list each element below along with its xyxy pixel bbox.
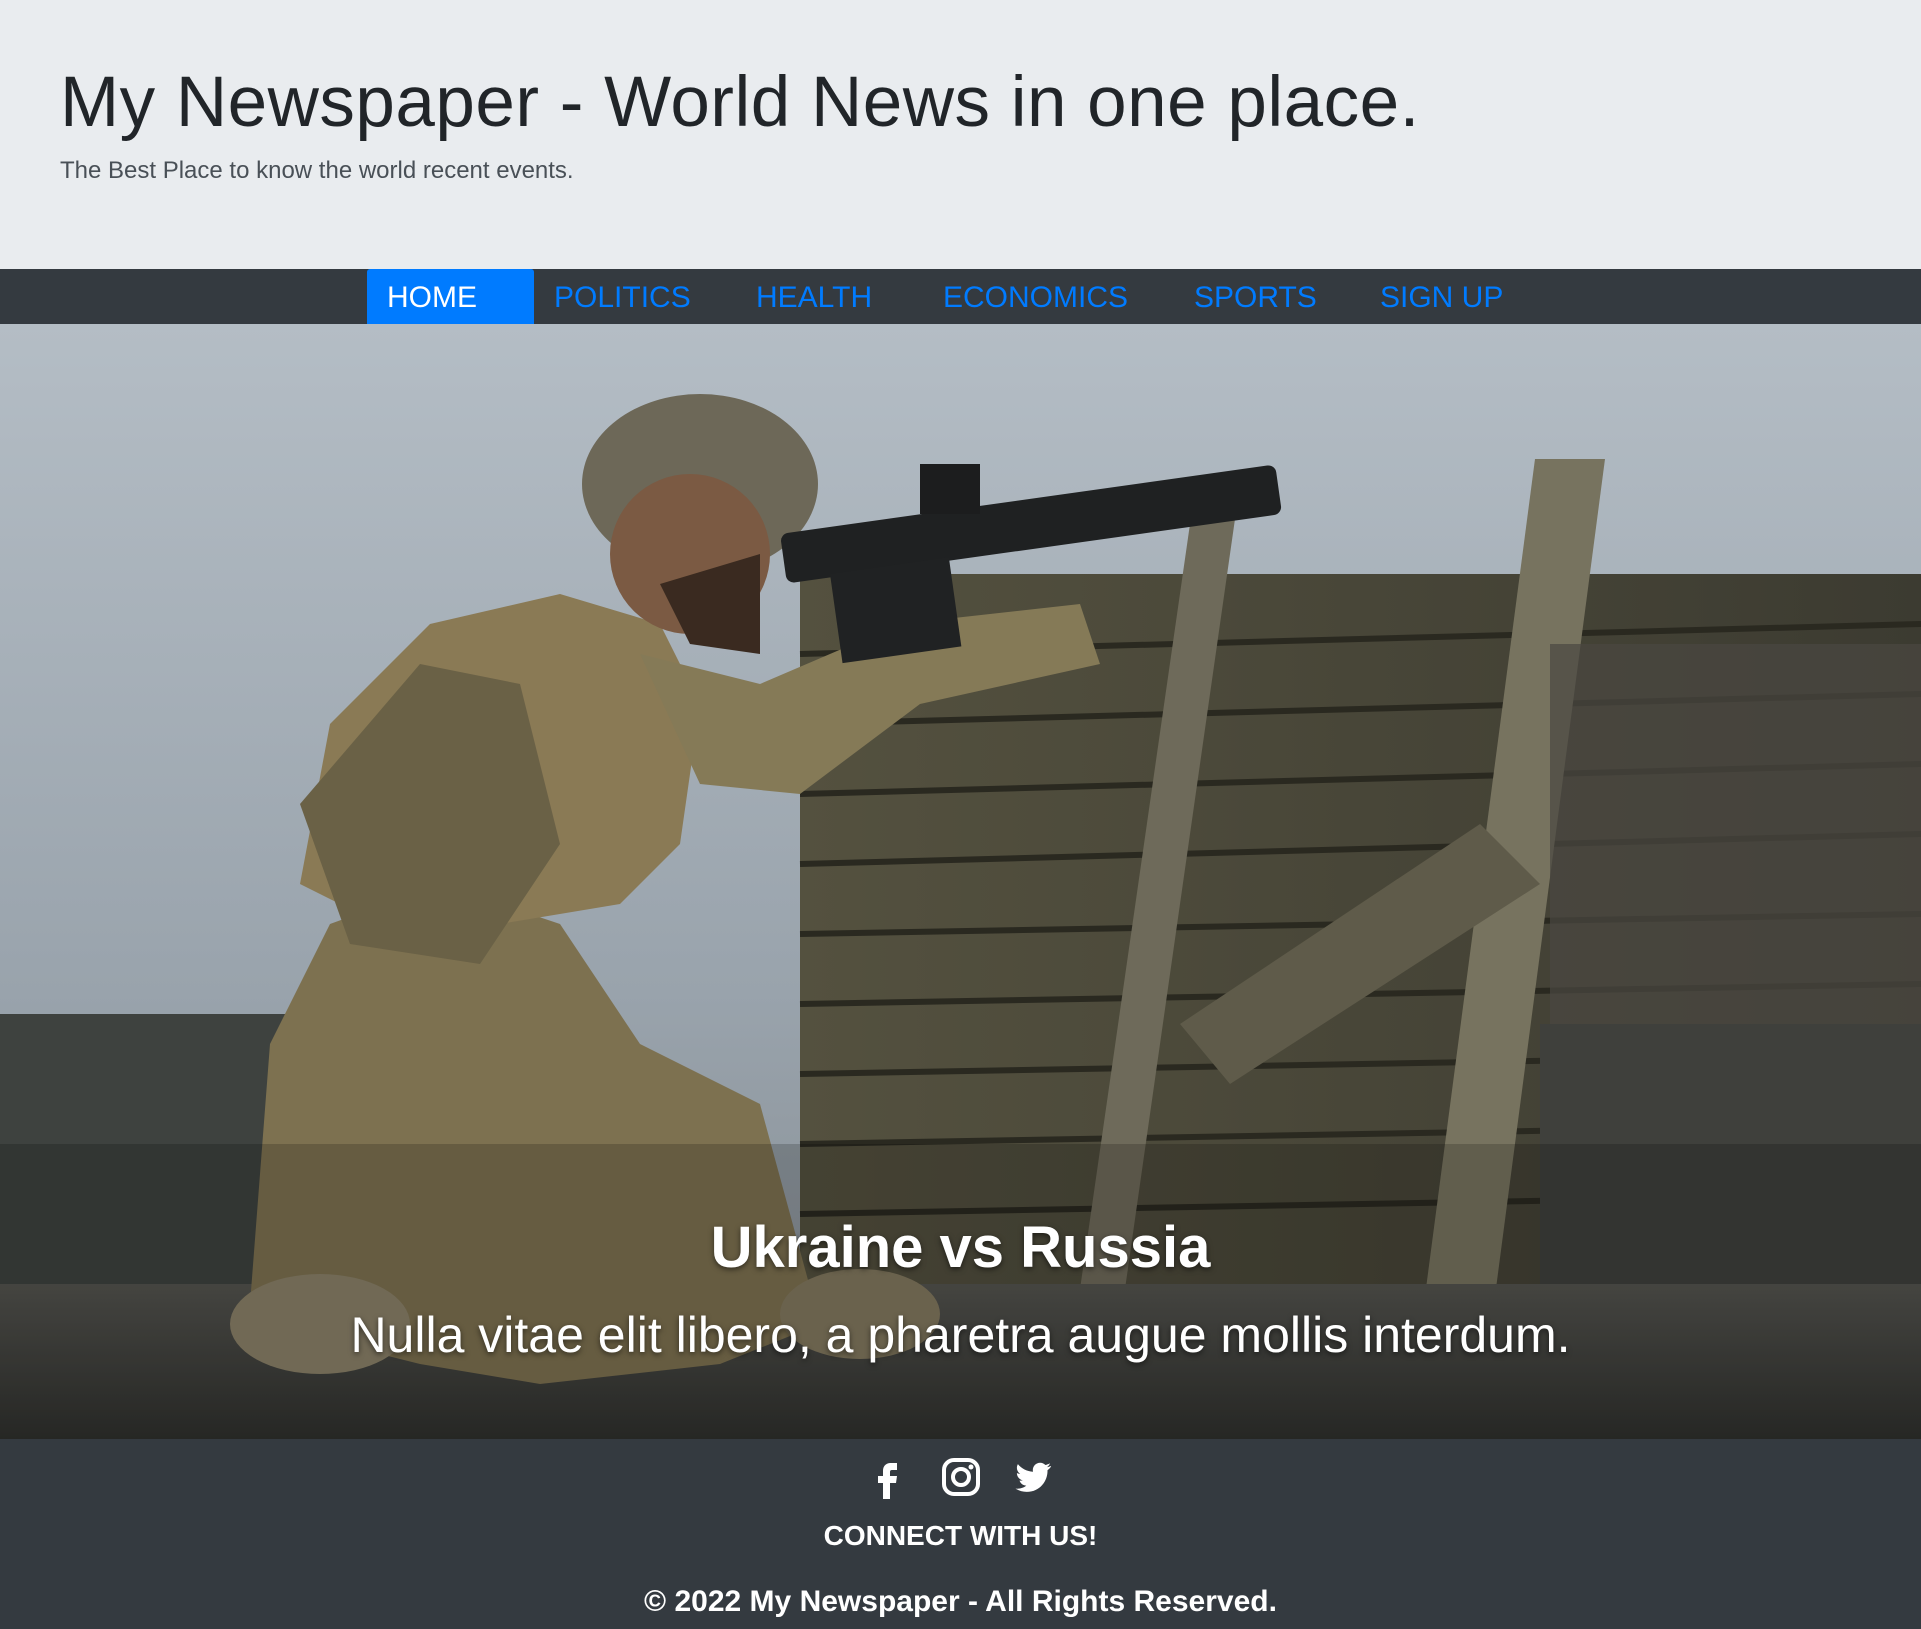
site-title: My Newspaper - World News in one place.: [60, 63, 1420, 142]
twitter-icon[interactable]: [1011, 1455, 1055, 1499]
nav-item-health[interactable]: HEALTH: [736, 269, 892, 324]
nav-item-economics[interactable]: ECONOMICS: [923, 269, 1148, 324]
facebook-icon[interactable]: [866, 1455, 910, 1499]
hero-text: Nulla vitae elit libero, a pharetra augu…: [350, 1307, 1571, 1363]
main-navbar: HOME POLITICS HEALTH ECONOMICS SPORTS SI…: [0, 269, 1921, 324]
copyright-text: © 2022 My Newspaper - All Rights Reserve…: [644, 1585, 1277, 1618]
hero-carousel: Ukraine vs Russia Nulla vitae elit liber…: [0, 324, 1921, 1439]
nav-item-sign-up[interactable]: SIGN UP: [1360, 269, 1523, 324]
instagram-icon[interactable]: [939, 1455, 983, 1499]
hero-title: Ukraine vs Russia: [710, 1215, 1211, 1280]
nav-item-sports[interactable]: SPORTS: [1174, 269, 1337, 324]
social-links: [0, 1455, 1921, 1499]
nav-item-home[interactable]: HOME: [367, 269, 534, 324]
footer: CONNECT WITH US! © 2022 My Newspaper - A…: [0, 1439, 1921, 1629]
header-jumbotron: My Newspaper - World News in one place. …: [0, 0, 1921, 269]
nav-item-politics[interactable]: POLITICS: [534, 269, 711, 324]
site-tagline: The Best Place to know the world recent …: [60, 157, 574, 184]
connect-heading: CONNECT WITH US!: [823, 1520, 1098, 1551]
